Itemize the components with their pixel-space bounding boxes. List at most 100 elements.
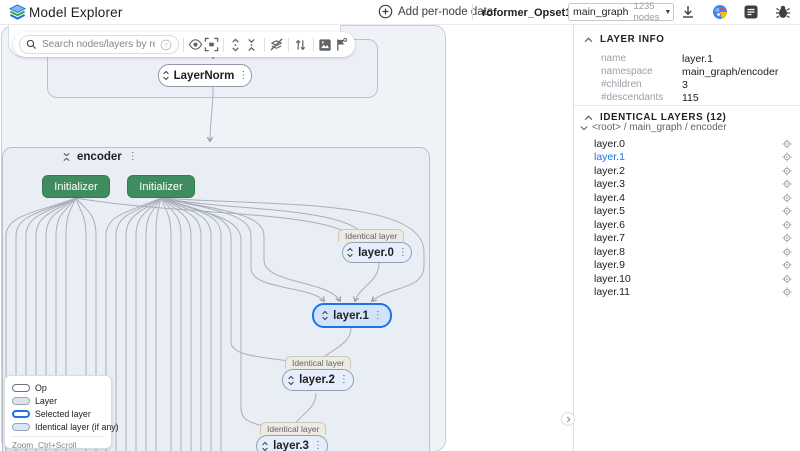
layer-item-label[interactable]: layer.10: [594, 273, 782, 285]
article-icon[interactable]: [743, 4, 759, 20]
unfold-node-icon[interactable]: [346, 247, 354, 258]
legend-row-selected: Selected layer: [12, 407, 104, 420]
node-layer-3[interactable]: layer.3 ⋮: [256, 435, 328, 451]
graph-toolbar: ?: [13, 32, 355, 57]
swap-vertical-icon[interactable]: [293, 35, 309, 55]
visibility-icon[interactable]: [188, 35, 204, 55]
identical-layer-item[interactable]: layer.10: [594, 272, 794, 286]
chevron-right-icon: [566, 416, 571, 422]
encoder-label: encoder: [77, 151, 122, 163]
locate-icon[interactable]: [782, 287, 792, 297]
node-kebab-icon[interactable]: ⋮: [238, 70, 248, 81]
unfold-node-icon[interactable]: [162, 70, 170, 81]
node-kebab-icon[interactable]: ⋮: [339, 375, 349, 385]
expand-all-icon[interactable]: [228, 35, 244, 55]
layer-item-label[interactable]: layer.0: [594, 138, 782, 150]
node-kebab-icon[interactable]: ⋮: [398, 247, 408, 258]
side-panel-toggle-button[interactable]: [561, 412, 575, 426]
plus-circle-icon: [378, 4, 393, 19]
locate-icon[interactable]: [782, 193, 792, 203]
identical-layer-item[interactable]: layer.2: [594, 164, 794, 178]
hide-layers-icon[interactable]: [268, 35, 284, 55]
collapse-group-icon[interactable]: [62, 152, 71, 162]
badge-label: Identical layer: [267, 424, 320, 434]
download-icon[interactable]: [680, 4, 696, 20]
identical-layer-item-selected[interactable]: layer.1: [594, 151, 794, 165]
flag-icon[interactable]: [333, 35, 349, 55]
layer-item-label[interactable]: layer.8: [594, 246, 782, 258]
locate-icon[interactable]: [782, 179, 792, 189]
layer-item-label[interactable]: layer.3: [594, 178, 782, 190]
bug-report-icon[interactable]: [775, 4, 791, 20]
toolbar-divider: [183, 37, 184, 52]
identical-layer-item[interactable]: layer.5: [594, 205, 794, 219]
node-label: layer.0: [358, 246, 394, 259]
layer-item-label[interactable]: layer.6: [594, 219, 782, 231]
model-explorer-app: Model Explorer Add per-node data roforme…: [0, 0, 800, 451]
legend-label: Layer: [35, 395, 58, 406]
snapshot-image-icon[interactable]: [317, 35, 333, 55]
node-initializer-2[interactable]: Initializer: [127, 175, 195, 198]
node-label: layer.1: [333, 309, 369, 322]
node-layer-2[interactable]: layer.2 ⋮: [282, 369, 354, 391]
graph-legend: Op Layer Selected layer Identical layer …: [4, 375, 119, 451]
locate-icon[interactable]: [782, 247, 792, 257]
identical-layers-root-path[interactable]: <root> / main_graph / encoder: [580, 122, 727, 133]
identical-layer-item[interactable]: layer.7: [594, 232, 794, 246]
info-value: layer.1: [682, 53, 713, 65]
locate-icon[interactable]: [782, 260, 792, 270]
badge-label: Identical layer: [345, 231, 398, 241]
encoder-group-header[interactable]: encoder ⋮: [62, 150, 138, 164]
locate-icon[interactable]: [782, 220, 792, 230]
locate-icon[interactable]: [782, 274, 792, 284]
node-layernorm[interactable]: LayerNorm ⋮: [158, 64, 252, 87]
layer-item-label[interactable]: layer.11: [594, 286, 782, 298]
identical-layer-item[interactable]: layer.8: [594, 245, 794, 259]
identical-layer-item[interactable]: layer.11: [594, 286, 794, 300]
identical-layer-item[interactable]: layer.9: [594, 259, 794, 273]
unfold-node-icon[interactable]: [321, 310, 329, 321]
add-per-node-data-button[interactable]: Add per-node data: [378, 4, 493, 19]
layer-info-section-header[interactable]: LAYER INFO: [584, 34, 664, 45]
toolbar-divider: [288, 37, 289, 52]
identical-layer-item[interactable]: layer.0: [594, 137, 794, 151]
node-kebab-icon[interactable]: ⋮: [373, 310, 383, 321]
node-layer-1-selected[interactable]: layer.1 ⋮: [312, 303, 392, 328]
layer-item-label[interactable]: layer.9: [594, 259, 782, 271]
locate-icon[interactable]: [782, 233, 792, 243]
unfold-node-icon[interactable]: [261, 441, 269, 451]
legend-label: Selected layer: [35, 408, 91, 419]
layer-item-label[interactable]: layer.4: [594, 192, 782, 204]
node-kebab-icon[interactable]: ⋮: [313, 441, 323, 451]
encoder-kebab-icon[interactable]: ⋮: [128, 152, 138, 162]
locate-icon[interactable]: [782, 139, 792, 149]
graph-select-dropdown[interactable]: main_graph 1235 nodes ▼: [568, 1, 674, 23]
collapse-all-icon[interactable]: [244, 35, 260, 55]
fit-to-screen-icon[interactable]: [204, 35, 220, 55]
identical-layer-item[interactable]: layer.6: [594, 218, 794, 232]
layer-item-label[interactable]: layer.1: [594, 151, 782, 163]
locate-icon[interactable]: [782, 152, 792, 162]
theme-palette-icon[interactable]: [712, 4, 728, 20]
info-value: 3: [682, 79, 688, 91]
search-icon: [26, 39, 37, 50]
search-box[interactable]: ?: [19, 35, 179, 54]
node-initializer-1[interactable]: Initializer: [42, 175, 110, 198]
legend-row-layer: Layer: [12, 394, 104, 407]
badge-label: Identical layer: [292, 358, 345, 368]
identical-layer-item[interactable]: layer.4: [594, 191, 794, 205]
locate-icon[interactable]: [782, 206, 792, 216]
search-input[interactable]: [42, 39, 155, 50]
locate-icon[interactable]: [782, 166, 792, 176]
node-label: Initializer: [139, 180, 183, 193]
identical-layer-item[interactable]: layer.3: [594, 178, 794, 192]
layer-item-label[interactable]: layer.7: [594, 232, 782, 244]
node-layer-0[interactable]: layer.0 ⋮: [342, 242, 412, 263]
toolbar-divider: [263, 37, 265, 52]
help-icon[interactable]: ?: [160, 39, 172, 51]
layer-item-label[interactable]: layer.2: [594, 165, 782, 177]
node-label: LayerNorm: [173, 69, 235, 82]
unfold-node-icon[interactable]: [287, 375, 295, 386]
graph-canvas[interactable]: encoder ⋮ LayerNorm ⋮ Initializer Initia…: [0, 25, 572, 451]
layer-item-label[interactable]: layer.5: [594, 205, 782, 217]
